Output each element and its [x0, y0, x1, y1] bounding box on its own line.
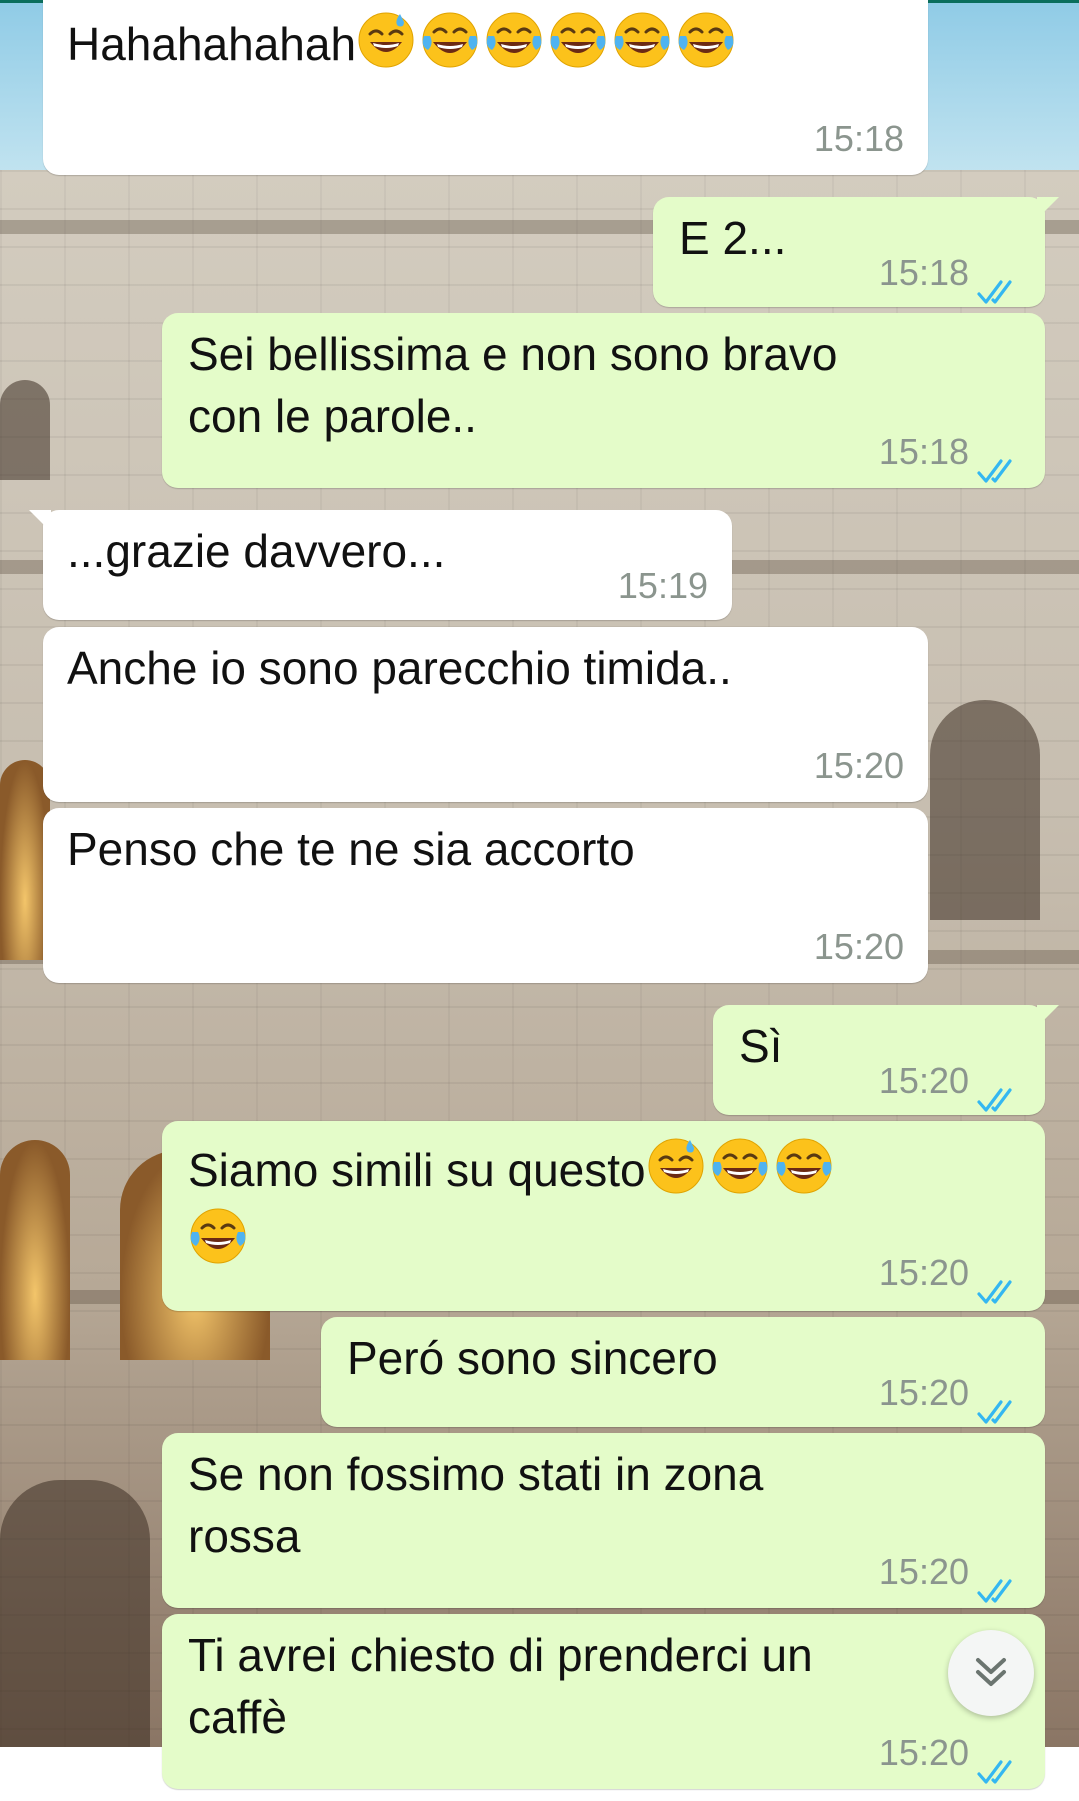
double-check-read-icon [977, 1067, 1021, 1112]
double-chevron-down-icon [976, 1658, 1006, 1686]
message-time: 15:18 [878, 431, 969, 472]
sweat-smile-emoji-icon [648, 1138, 704, 1194]
message-text: Sì [739, 1020, 783, 1072]
message-time: 15:19 [617, 565, 708, 606]
joy-emoji-icon [486, 12, 542, 68]
message-text: Ti avrei chiesto di prenderci un caffè [188, 1629, 813, 1743]
double-check-read-icon [977, 1739, 1021, 1784]
double-check-read-icon [977, 1259, 1021, 1304]
joy-emoji-icon [776, 1138, 832, 1194]
double-check-read-icon [977, 438, 1021, 483]
message-incoming[interactable]: ...grazie davvero... 15:19 [29, 510, 732, 620]
message-outgoing[interactable]: E 2... 15:18 [653, 197, 1059, 307]
scroll-to-bottom-button[interactable] [948, 1630, 1034, 1716]
message-incoming[interactable]: Hahahahahah 15:18 [43, 0, 928, 175]
message-text: Sei bellissima e non sono bravo con le p… [188, 328, 838, 442]
message-text: Hahahahahah [67, 18, 357, 70]
message-incoming[interactable]: Penso che te ne sia accorto 15:20 [43, 808, 928, 983]
message-outgoing[interactable]: Ti avrei chiesto di prenderci un caffè 1… [162, 1614, 1045, 1789]
joy-emoji-icon [712, 1138, 768, 1194]
message-outgoing[interactable]: Se non fossimo stati in zona rossa 15:20 [162, 1433, 1045, 1608]
message-time: 15:20 [878, 1372, 969, 1413]
message-time: 15:18 [878, 252, 969, 293]
double-check-read-icon [977, 1379, 1021, 1424]
double-check-read-icon [977, 1558, 1021, 1603]
message-text: Peró sono sincero [347, 1332, 718, 1384]
message-outgoing[interactable]: Siamo simili su questo 15:20 [162, 1121, 1045, 1311]
joy-emoji-icon [550, 12, 606, 68]
message-time: 15:20 [878, 1060, 969, 1101]
message-time: 15:20 [878, 1732, 969, 1773]
message-time: 15:20 [878, 1252, 969, 1293]
joy-emoji-icon [422, 12, 478, 68]
joy-emoji-icon [614, 12, 670, 68]
message-text: E 2... [679, 212, 787, 264]
message-incoming[interactable]: Anche io sono parecchio timida.. 15:20 [43, 627, 928, 802]
joy-emoji-icon [678, 12, 734, 68]
message-text: Anche io sono parecchio timida.. [67, 642, 732, 694]
message-text: Se non fossimo stati in zona rossa [188, 1448, 764, 1562]
message-time: 15:20 [878, 1551, 969, 1592]
double-check-read-icon [977, 259, 1021, 304]
message-text: Siamo simili su questo [188, 1144, 646, 1196]
message-time: 15:20 [813, 745, 904, 786]
sweat-smile-emoji-icon [358, 12, 414, 68]
message-text: ...grazie davvero... [67, 525, 446, 577]
message-time: 15:18 [813, 118, 904, 159]
message-outgoing[interactable]: Peró sono sincero 15:20 [321, 1317, 1045, 1427]
joy-emoji-icon [190, 1208, 246, 1264]
message-time: 15:20 [813, 926, 904, 967]
message-outgoing[interactable]: Sei bellissima e non sono bravo con le p… [162, 313, 1045, 488]
message-text: Penso che te ne sia accorto [67, 823, 635, 875]
message-outgoing[interactable]: Sì 15:20 [713, 1005, 1059, 1115]
